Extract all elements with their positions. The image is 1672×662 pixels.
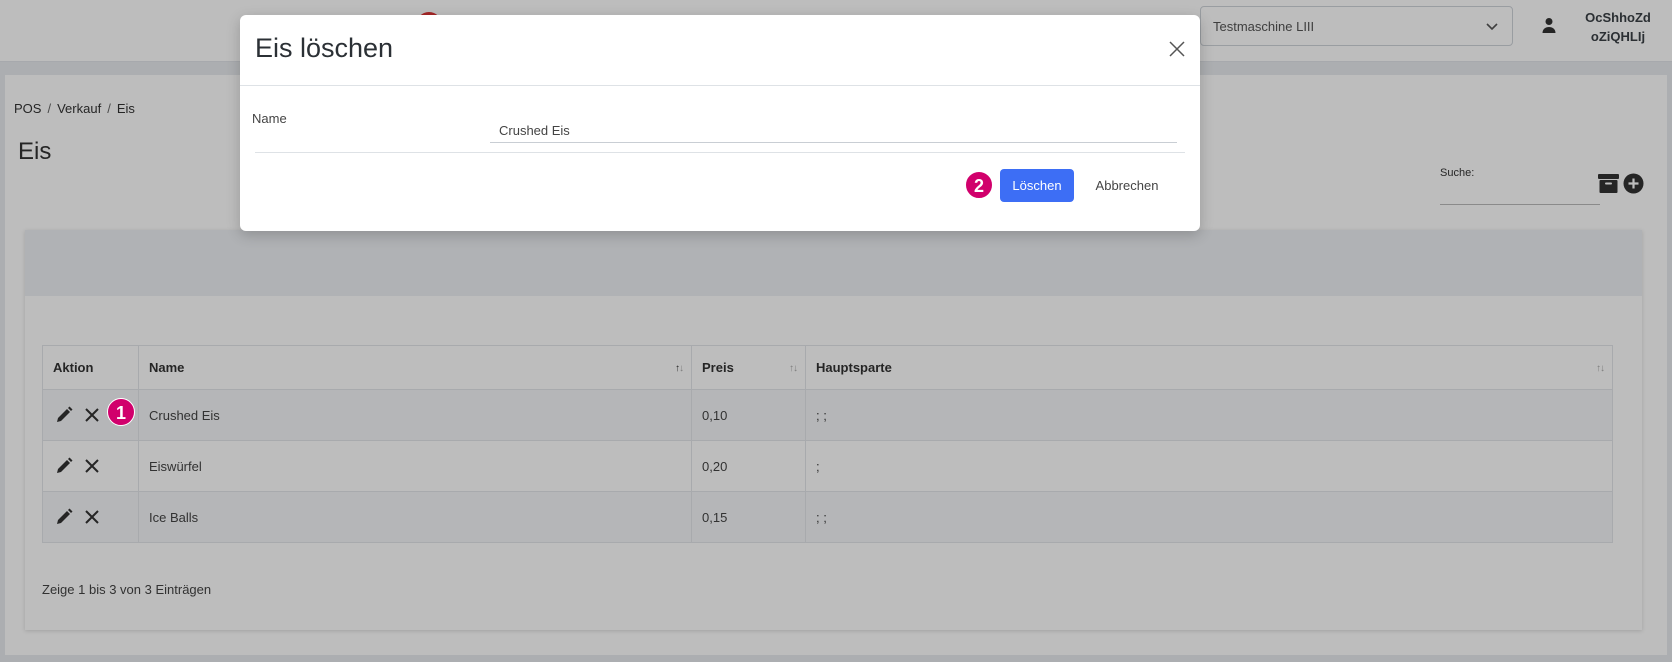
cancel-button[interactable]: Abbrechen [1085, 169, 1169, 202]
delete-dialog: Eis löschen Name 2 Löschen Abbrechen [240, 15, 1200, 231]
close-icon[interactable] [1168, 40, 1186, 58]
step-marker-1: 1 [107, 398, 135, 426]
name-field[interactable] [490, 113, 1177, 143]
footer-divider [255, 152, 1185, 153]
dialog-divider [240, 85, 1200, 86]
delete-button[interactable]: Löschen [1000, 169, 1074, 202]
dialog-title: Eis löschen [255, 33, 394, 63]
name-label: Name [252, 111, 287, 126]
step-marker-2: 2 [965, 171, 993, 199]
